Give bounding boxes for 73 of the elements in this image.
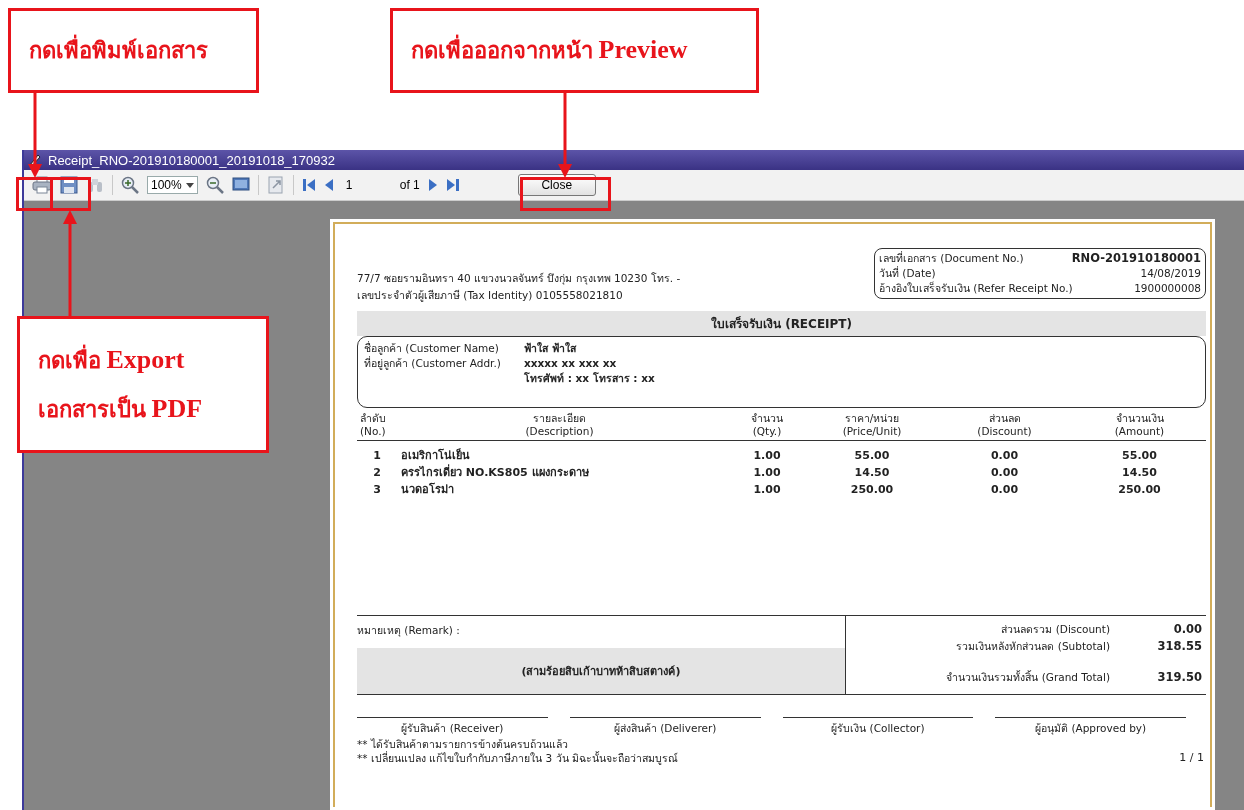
table-cell-text: 0.00 — [989, 465, 1020, 481]
column-header: จำนวนเงิน (Amount) — [1113, 412, 1166, 438]
callout-text: กดเพื่อ Export — [38, 343, 186, 376]
table-cell-text: 14.50 — [1121, 465, 1158, 481]
window-title: Receipt_RNO-201910180001_20191018_170932 — [48, 152, 335, 168]
customer-value: xxxxx xx xxx xx — [524, 356, 618, 371]
grand-total-label: จำนวนเงินรวมทั้งสิ้น (Grand Total) — [945, 669, 1110, 685]
page-number-field[interactable]: 1 — [341, 178, 392, 192]
info-label: วันที่ (Date) — [879, 266, 936, 281]
page-indicator: 1 / 1 — [1179, 751, 1204, 765]
table-cell-text: 250.00 — [1117, 482, 1162, 498]
footnote: ** ได้รับสินค้าตามรายการข้างต้นครบถ้วนแล้ว — [357, 737, 569, 751]
callout-text: กดเพื่อออกจากหน้า Preview — [411, 33, 689, 66]
signature-line: ผู้อนุมัติ (Approved by) — [995, 717, 1186, 737]
table-cell-text: 3 — [372, 482, 382, 498]
highlight-frame — [16, 177, 53, 211]
table-cell-text: 55.00 — [853, 448, 891, 464]
customer-label: ที่อยู่ลูกค้า (Customer Addr.) — [364, 356, 502, 372]
info-label: อ้างอิงใบเสร็จรับเงิน (Refer Receipt No.) — [879, 281, 1073, 296]
info-label: เลขที่เอกสาร (Document No.) — [879, 251, 1024, 266]
total-value: 318.55 — [1156, 638, 1202, 655]
monitor-icon[interactable] — [231, 177, 250, 193]
total-value: 0.00 — [1172, 621, 1202, 638]
callout-text: เอกสารเป็น PDF — [38, 392, 204, 425]
amount-in-words: (สามร้อยสิบเก้าบาทห้าสิบสตางค์) — [357, 648, 845, 694]
signature-line: ผู้รับสินค้า (Receiver) — [357, 717, 548, 737]
info-value: 14/08/2019 — [1140, 266, 1201, 281]
table-cell-text: ครรไกรเดี่ยว NO.KS805 แผงกระดาษ — [400, 464, 590, 481]
company-info-line: 77/7 ซอยรามอินทรา 40 แขวงนวลจันทร์ บึงกุ่ม กรุงเทพ 10230 โทร. - — [357, 271, 681, 287]
zoom-out-icon[interactable] — [205, 176, 224, 194]
zoom-in-icon[interactable] — [121, 176, 139, 194]
customer-value: ฟ้าใส ฟ้าใส — [524, 341, 576, 356]
receipt-title: ใบเสร็จรับเงิน (RECEIPT) — [357, 311, 1206, 336]
info-value: RNO-201910180001 — [1071, 251, 1201, 266]
signature-line: ผู้ส่งสินค้า (Deliverer) — [569, 717, 761, 737]
grand-total-value: 319.50 — [1156, 669, 1202, 686]
column-header: รายละเอียด (Description) — [524, 412, 595, 438]
table-cell-text: 0.00 — [989, 448, 1020, 464]
caret-icon — [185, 182, 194, 188]
column-header: ลำดับ (No.) — [359, 412, 387, 438]
export-icon[interactable] — [266, 176, 285, 194]
zoom-select[interactable]: 100% — [147, 176, 198, 194]
table-cell-text: 250.00 — [849, 482, 895, 498]
column-header: จำนวน (Qty.) — [750, 412, 784, 438]
next-page-icon[interactable] — [427, 178, 438, 192]
table-cell-text: 1.00 — [752, 465, 782, 481]
page-total: of 1 — [399, 178, 420, 192]
column-header: ราคา/หน่วย (Price/Unit) — [841, 412, 903, 438]
total-label: รวมเงินหลังหักส่วนลด (Subtotal) — [955, 639, 1110, 654]
info-value: 1900000008 — [1134, 281, 1201, 296]
table-cell-text: 1.00 — [752, 448, 782, 464]
table-cell-text: 0.00 — [989, 482, 1020, 498]
table-cell-text: นวดอโรม่า — [400, 481, 455, 498]
table-cell-text: 1.00 — [752, 482, 782, 498]
table-cell-text: 55.00 — [1121, 448, 1158, 464]
company-info-line: เลขประจำตัวผู้เสียภาษี (Tax Identity) 0105558021810 — [357, 288, 624, 304]
table-cell-text: อเมริกาโน่เย็น — [400, 447, 471, 464]
table-cell-text: 2 — [372, 465, 382, 481]
table-cell-text: 14.50 — [853, 465, 891, 481]
total-label: ส่วนลดรวม (Discount) — [1000, 622, 1110, 637]
customer-value: โทรศัพท์ : xx โทรสาร : xx — [524, 371, 655, 386]
customer-label: ชื่อลูกค้า (Customer Name) — [364, 341, 500, 356]
first-page-icon[interactable] — [301, 178, 316, 192]
column-header: ส่วนลด (Discount) — [976, 412, 1033, 438]
table-cell-text: 1 — [372, 448, 382, 464]
callout-text: กดเพื่อพิมพ์เอกสาร — [29, 33, 256, 68]
previous-page-icon[interactable] — [323, 178, 334, 192]
highlight-frame — [50, 177, 91, 211]
remark-label: หมายเหตุ (Remark) : — [357, 623, 461, 639]
last-page-icon[interactable] — [445, 178, 460, 192]
footnote: ** เปลี่ยนแปลง แก้ไขใบกำกับภาษีภายใน 3 วัน มิฉะนั้นจะถือว่าสมบูรณ์ — [357, 751, 678, 765]
signature-line: ผู้รับเงิน (Collector) — [782, 717, 974, 737]
print-icon[interactable] — [32, 176, 52, 194]
